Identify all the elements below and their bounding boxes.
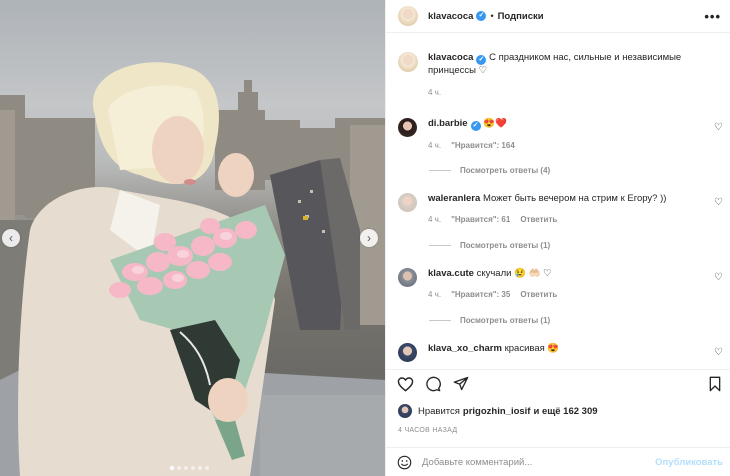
avatar[interactable] xyxy=(398,193,417,212)
view-replies-label: Посмотреть ответы (4) xyxy=(460,166,551,175)
heart-icon[interactable]: ♡ xyxy=(714,122,723,133)
heart-icon[interactable]: ♡ xyxy=(714,197,723,208)
comment-time: 4 ч. xyxy=(428,215,442,224)
carousel-indicator xyxy=(170,466,209,470)
avatar[interactable] xyxy=(398,404,412,418)
view-replies-label: Посмотреть ответы (1) xyxy=(460,316,551,325)
verified-icon: ✓ xyxy=(476,11,487,21)
view-replies-button[interactable]: Посмотреть ответы (1) xyxy=(429,241,550,250)
post-side-panel: klavacoca ✓ • Подписки ••• klavacoca ✓ С … xyxy=(385,0,730,476)
heart-icon[interactable]: ♡ xyxy=(714,347,723,358)
comment-time: 4 ч. xyxy=(428,141,442,150)
header-separator: • xyxy=(490,11,494,21)
heart-icon[interactable] xyxy=(397,376,414,392)
caption-username[interactable]: klavacoca xyxy=(428,52,473,63)
carousel-next-button[interactable]: › xyxy=(360,229,378,247)
avatar[interactable] xyxy=(398,268,417,287)
post-photo[interactable]: ‹ › xyxy=(0,0,385,476)
author-username[interactable]: klavacoca xyxy=(428,11,473,22)
post-photo-illustration xyxy=(0,62,385,476)
carousel-dot xyxy=(177,466,181,470)
comment-item: klava_xo_charm красивая 😍 xyxy=(398,343,718,362)
carousel-dot xyxy=(205,466,209,470)
comment-item: waleranlera Может быть вечером на стрим … xyxy=(398,193,718,226)
carousel-dot xyxy=(170,466,174,470)
emoji-icon[interactable] xyxy=(397,455,412,470)
view-replies-button[interactable]: Посмотреть ответы (4) xyxy=(429,166,550,175)
reply-button[interactable]: Ответить xyxy=(520,289,557,301)
comment-icon[interactable] xyxy=(425,376,441,392)
following-button[interactable]: Подписки xyxy=(498,11,544,22)
comment-text: красивая 😍 xyxy=(504,343,560,354)
carousel-prev-button[interactable]: ‹ xyxy=(2,229,20,247)
likes-summary: Нравится prigozhin_iosif и ещё 162 309 xyxy=(398,404,598,418)
verified-icon: ✓ xyxy=(476,55,487,65)
heart-icon[interactable]: ♡ xyxy=(714,272,723,283)
comment-likes[interactable]: "Нравится": 35 xyxy=(451,289,510,301)
add-comment-bar: Добавьте комментарий... Опубликовать xyxy=(386,447,730,476)
comment-username[interactable]: klava.cute xyxy=(428,268,474,279)
avatar[interactable] xyxy=(398,6,418,26)
comment-item: klava.cute скучали 😢 🤲🏻 ♡ 4 ч. "Нравится… xyxy=(398,268,718,301)
view-replies-button[interactable]: Посмотреть ответы (1) xyxy=(429,316,550,325)
comment-input[interactable]: Добавьте комментарий... xyxy=(422,457,532,468)
publish-button[interactable]: Опубликовать xyxy=(655,457,723,468)
likes-username[interactable]: prigozhin_iosif xyxy=(463,406,531,417)
comment-text: Может быть вечером на стрим к Егору? )) xyxy=(482,193,667,204)
comment-likes[interactable]: "Нравится": 61 xyxy=(451,214,510,226)
caption: klavacoca ✓ С праздником нас, сильные и н… xyxy=(398,52,718,99)
carousel-dot xyxy=(191,466,195,470)
bookmark-icon[interactable] xyxy=(708,376,722,392)
avatar[interactable] xyxy=(398,52,418,72)
caption-time: 4 ч. xyxy=(428,88,442,97)
post-timestamp[interactable]: 4 ЧАСОВ НАЗАД xyxy=(398,427,457,434)
comment-time: 4 ч. xyxy=(428,290,442,299)
verified-icon: ✓ xyxy=(470,121,481,131)
comment-likes[interactable]: "Нравится": 164 xyxy=(451,140,515,152)
comment-username[interactable]: klava_xo_charm xyxy=(428,343,502,354)
likes-count[interactable]: и ещё 162 309 xyxy=(533,406,597,417)
comment-username[interactable]: waleranlera xyxy=(428,193,480,204)
comment-text: скучали 😢 🤲🏻 ♡ xyxy=(476,268,552,279)
avatar[interactable] xyxy=(398,343,417,362)
comments-list[interactable]: klavacoca ✓ С праздником нас, сильные и н… xyxy=(386,34,730,369)
more-icon[interactable]: ••• xyxy=(704,9,721,24)
view-replies-label: Посмотреть ответы (1) xyxy=(460,241,551,250)
reply-button[interactable]: Ответить xyxy=(520,214,557,226)
carousel-dot xyxy=(198,466,202,470)
post-header: klavacoca ✓ • Подписки ••• xyxy=(386,0,730,33)
avatar[interactable] xyxy=(398,118,417,137)
chevron-left-icon: ‹ xyxy=(9,231,13,245)
likes-prefix: Нравится xyxy=(418,405,460,417)
comment-item: di.barbie ✓ 😍❤️ 4 ч. "Нравится": 164 xyxy=(398,118,718,152)
comment-text: 😍❤️ xyxy=(483,118,507,129)
post-actions xyxy=(386,369,730,399)
chevron-right-icon: › xyxy=(367,231,371,245)
comment-username[interactable]: di.barbie xyxy=(428,118,468,129)
share-icon[interactable] xyxy=(453,376,469,391)
carousel-dot xyxy=(184,466,188,470)
